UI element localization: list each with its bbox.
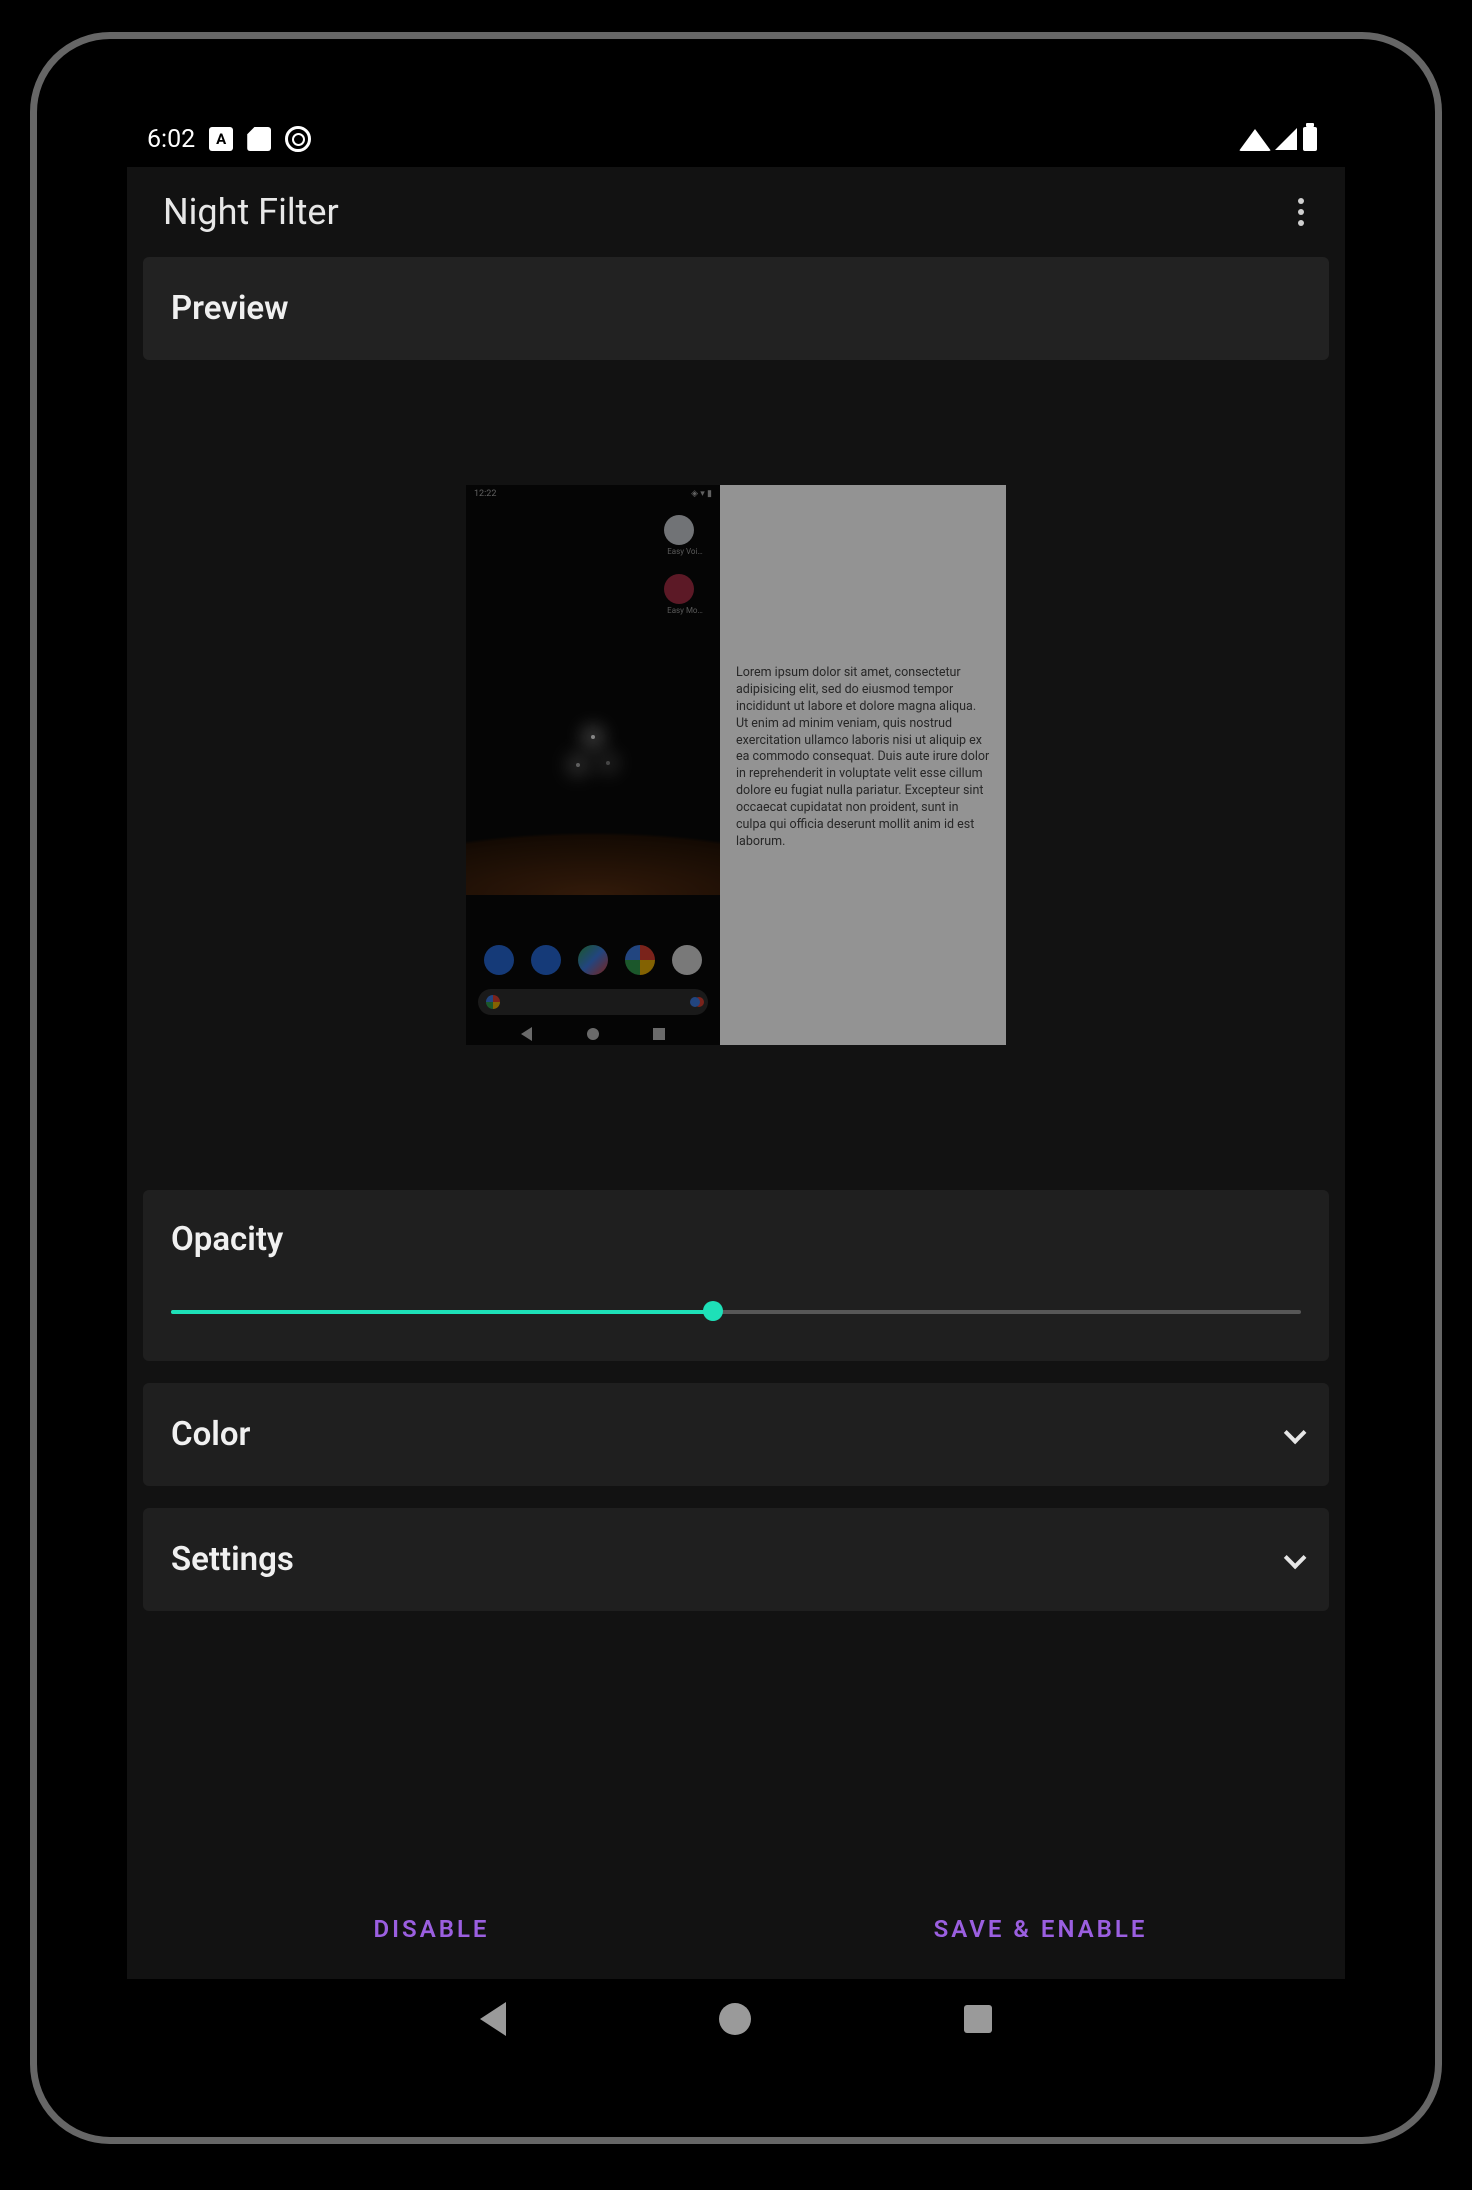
a-icon: A — [209, 127, 233, 151]
sdcard-icon — [247, 127, 271, 151]
preview-section-header: Preview — [143, 257, 1329, 360]
chevron-down-icon — [1284, 1546, 1307, 1569]
color-section[interactable]: Color — [143, 1383, 1329, 1486]
battery-icon — [1303, 127, 1317, 151]
opacity-slider[interactable] — [171, 1303, 1301, 1319]
settings-section-title: Settings — [171, 1540, 294, 1579]
mini-dock — [476, 945, 710, 975]
mini-status-time: 12:22 — [474, 489, 496, 499]
mini-star-1 — [576, 763, 580, 767]
overflow-menu-button[interactable] — [1281, 192, 1321, 232]
mini-star-2 — [606, 761, 610, 765]
chevron-down-icon — [1284, 1421, 1307, 1444]
more-vert-icon — [1298, 198, 1304, 226]
mini-back-icon — [521, 1027, 532, 1041]
mini-star-main — [591, 735, 595, 739]
assistant-icon — [690, 997, 700, 1007]
slider-fill — [171, 1310, 713, 1314]
tablet-frame: 6:02 A Night Filter P — [30, 32, 1442, 2144]
content-scroll[interactable]: Preview 12:22 ◈ ▾ ▮ — [127, 257, 1345, 1879]
preview-pair: 12:22 ◈ ▾ ▮ Easy Voi… Easy Mo — [466, 485, 1006, 1045]
disable-button[interactable]: DISABLE — [127, 1879, 736, 1979]
mini-search-bar — [478, 989, 708, 1015]
screen: 6:02 A Night Filter P — [127, 111, 1345, 2059]
preview-phone-mock: 12:22 ◈ ▾ ▮ Easy Voi… Easy Mo — [466, 485, 720, 1045]
google-g-icon — [486, 995, 500, 1009]
mini-home-icon — [587, 1028, 599, 1040]
status-bar-left: 6:02 A — [147, 125, 311, 154]
mini-recent-icon — [653, 1028, 665, 1040]
mini-dock-chrome-icon — [625, 945, 655, 975]
mini-horizon — [466, 775, 720, 895]
mini-dock-phone-icon — [484, 945, 514, 975]
mini-nav-bar — [466, 1023, 720, 1045]
status-bar-right — [1241, 127, 1317, 151]
mini-app-label-mode: Easy Mo… — [664, 606, 706, 615]
bottom-action-bar: DISABLE SAVE & ENABLE — [127, 1879, 1345, 1979]
wifi-icon — [1239, 129, 1271, 151]
status-bar: 6:02 A — [127, 111, 1345, 167]
nav-back-button[interactable] — [480, 2002, 506, 2036]
mini-dock-messages-icon — [531, 945, 561, 975]
opacity-section-title: Opacity — [171, 1220, 1301, 1259]
mini-app-icon-voice — [664, 515, 694, 545]
preview-body: 12:22 ◈ ▾ ▮ Easy Voi… Easy Mo — [143, 360, 1329, 1190]
sync-off-icon — [285, 126, 311, 152]
opacity-section: Opacity — [143, 1190, 1329, 1361]
mini-app-label-voice: Easy Voi… — [664, 547, 706, 556]
status-time: 6:02 — [147, 125, 195, 154]
system-nav-bar — [127, 1979, 1345, 2059]
cell-icon — [1275, 128, 1297, 150]
preview-text-panel: Lorem ipsum dolor sit amet, consectetur … — [720, 485, 1006, 1045]
save-enable-button[interactable]: SAVE & ENABLE — [736, 1879, 1345, 1979]
slider-thumb[interactable] — [703, 1301, 723, 1321]
app-area: Night Filter Preview 12:22 ◈ — [127, 167, 1345, 1979]
settings-section[interactable]: Settings — [143, 1508, 1329, 1611]
preview-lorem-text: Lorem ipsum dolor sit amet, consectetur … — [736, 665, 990, 851]
app-title: Night Filter — [163, 191, 339, 233]
color-section-title: Color — [171, 1415, 250, 1454]
preview-section-title: Preview — [143, 257, 1329, 360]
app-bar: Night Filter — [127, 167, 1345, 257]
nav-recent-button[interactable] — [964, 2005, 992, 2033]
mini-app-icon-mode — [664, 574, 694, 604]
nav-home-button[interactable] — [719, 2003, 751, 2035]
mini-dock-camera-icon — [672, 945, 702, 975]
mini-dock-play-icon — [578, 945, 608, 975]
mini-status-icons: ◈ ▾ ▮ — [691, 489, 712, 499]
